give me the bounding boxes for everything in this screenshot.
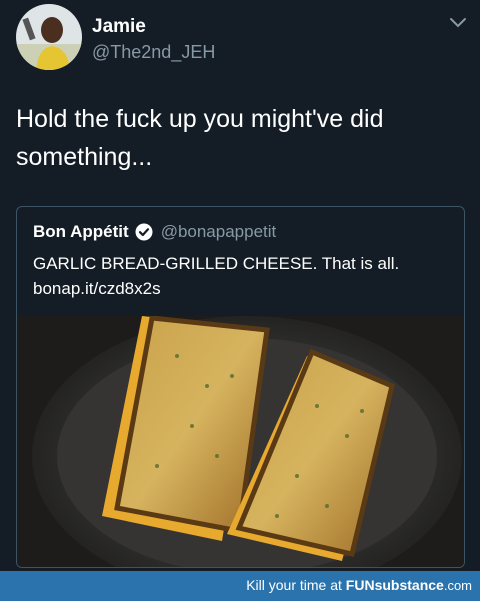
quoted-text-line: GARLIC BREAD-GRILLED CHEESE. That is all… — [33, 254, 400, 273]
author-name[interactable]: Jamie — [92, 16, 146, 38]
quoted-tweet-text: GARLIC BREAD-GRILLED CHEESE. That is all… — [33, 251, 453, 301]
avatar-image — [16, 4, 82, 70]
quoted-tweet-header: Bon Appétit @bonapappetit — [33, 221, 276, 243]
verified-badge-icon — [135, 223, 153, 241]
quoted-tweet-link[interactable]: bonap.it/czd8x2s — [33, 276, 453, 301]
author-handle[interactable]: @The2nd_JEH — [92, 42, 215, 63]
quoted-author-handle: @bonapappetit — [160, 222, 277, 241]
watermark-suffix: .com — [443, 578, 472, 593]
watermark-bar: Kill your time at FUNsubstance.com — [0, 571, 480, 601]
chevron-down-icon[interactable] — [448, 16, 468, 30]
watermark-text[interactable]: Kill your time at FUNsubstance.com — [246, 577, 472, 593]
quoted-author-name: Bon Appétit — [33, 222, 129, 241]
watermark-brand: FUNsubstance — [345, 577, 444, 593]
tweet-text: Hold the fuck up you might've did someth… — [16, 105, 384, 171]
avatar[interactable] — [16, 4, 82, 70]
grilled-cheese-photo[interactable] — [17, 315, 464, 567]
watermark-prefix: Kill your time at — [246, 577, 346, 593]
tweet-header: Jamie @The2nd_JEH — [16, 4, 472, 74]
quoted-tweet-card[interactable]: Bon Appétit @bonapappetit GARLIC BREAD-G… — [16, 206, 465, 568]
